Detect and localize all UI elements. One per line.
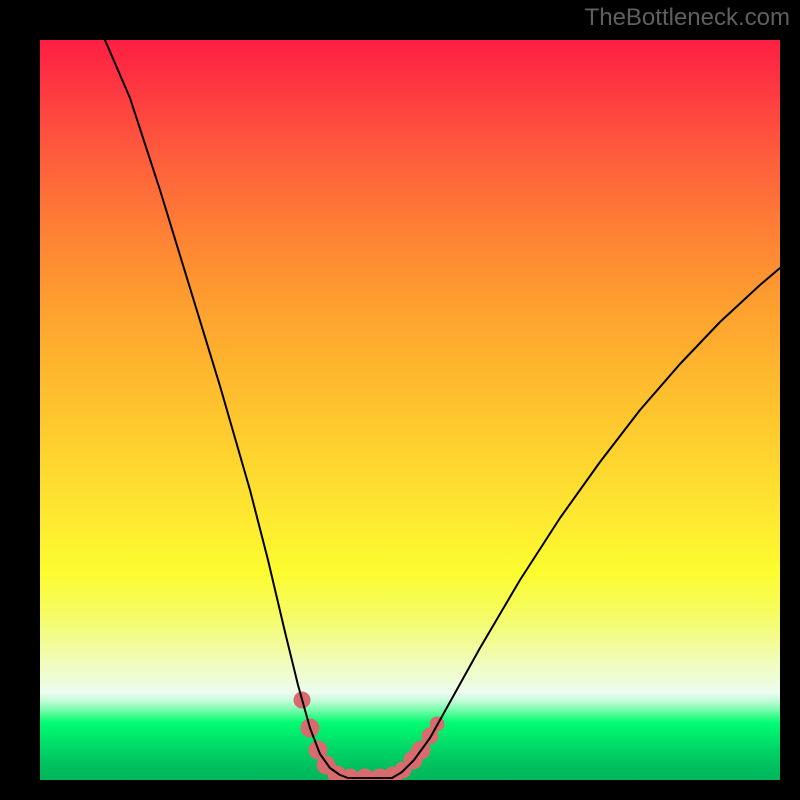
curve-overlay (40, 40, 780, 780)
attribution-label: TheBottleneck.com (585, 4, 790, 32)
chart-frame: TheBottleneck.com (0, 0, 800, 800)
bottleneck-curve (105, 40, 780, 778)
plot-area (40, 40, 780, 780)
markers-group (294, 692, 444, 780)
